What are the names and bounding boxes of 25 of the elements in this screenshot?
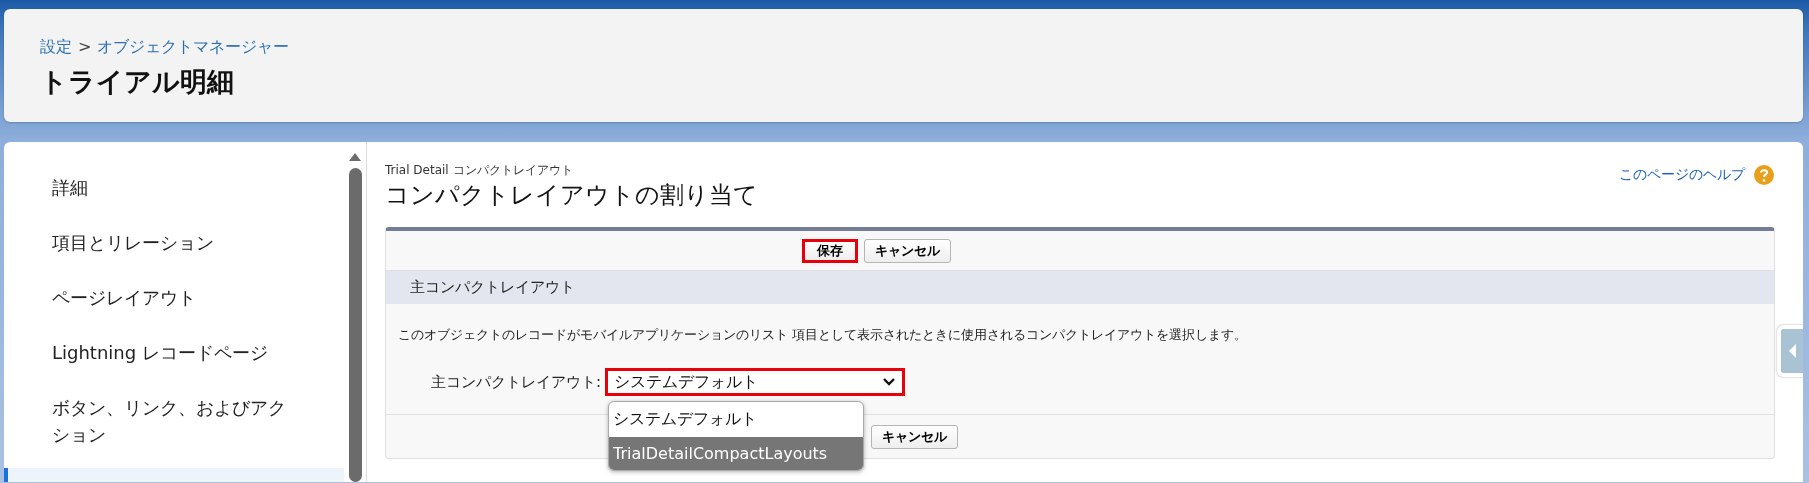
- dropdown-option[interactable]: TrialDetailCompactLayouts: [609, 437, 864, 470]
- page-subtitle: Trial Detail コンパクトレイアウト: [385, 162, 574, 179]
- layout-select[interactable]: システムデフォルト: [605, 368, 906, 396]
- page-title: トライアル明細: [40, 65, 235, 99]
- section-heading: コンパクトレイアウトの割り当て: [385, 180, 758, 211]
- sidebar-item[interactable]: 詳細: [4, 160, 300, 215]
- breadcrumb-link[interactable]: オブジェクトマネージャー: [97, 37, 290, 58]
- form-button[interactable]: キャンセル: [871, 425, 958, 449]
- help-link[interactable]: このページのヘルプ: [1619, 166, 1745, 184]
- dropdown-option[interactable]: システムデフォルト: [609, 402, 864, 437]
- form-button[interactable]: 保存: [801, 239, 858, 263]
- scrollbar-thumb[interactable]: [348, 168, 362, 482]
- form-button[interactable]: キャンセル: [863, 239, 951, 263]
- sidebar-item[interactable]: 項目とリレーション: [4, 215, 300, 270]
- sidebar-item[interactable]: ページレイアウト: [4, 270, 300, 325]
- breadcrumb-link[interactable]: 設定: [40, 37, 72, 58]
- field-label: 主コンパクトレイアウト:: [431, 372, 602, 392]
- section-title: 主コンパクトレイアウト: [410, 278, 575, 296]
- description-text: このオブジェクトのレコードがモバイルアプリケーションのリスト 項目として表示されたときに使用されるコンパクトレイアウトを選択します。: [397, 326, 1249, 344]
- help-icon[interactable]: [1753, 164, 1775, 186]
- chevron-down-icon: [882, 377, 897, 387]
- sidebar-item[interactable]: Lightning レコードページ: [4, 325, 300, 380]
- sidebar-item[interactable]: ボタン、リンク、およびアクション: [4, 380, 300, 462]
- breadcrumb-separator: >: [78, 37, 92, 58]
- scroll-up-icon[interactable]: [348, 152, 362, 162]
